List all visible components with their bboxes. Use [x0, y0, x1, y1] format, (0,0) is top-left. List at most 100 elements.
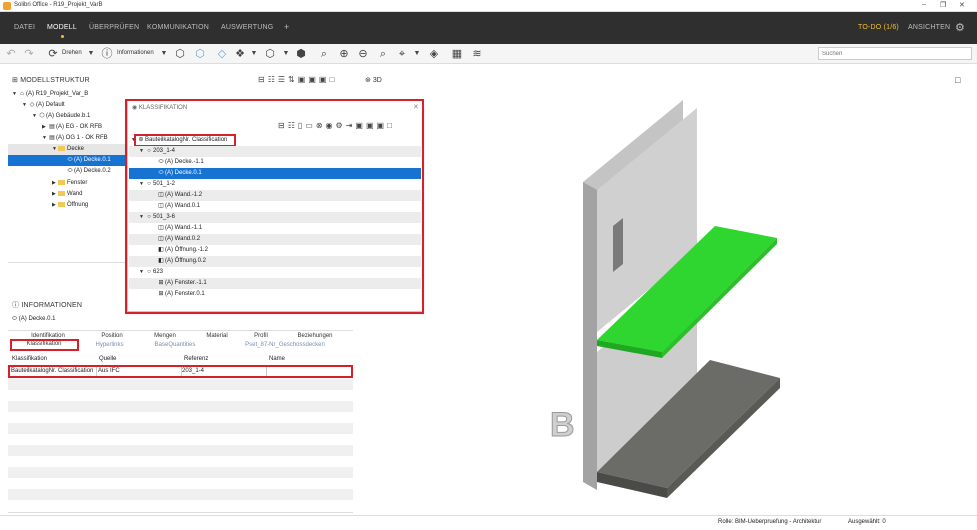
panel-maximize-icon[interactable]: □ [329, 75, 337, 84]
menu-kommunikation[interactable]: KOMMUNIKATION [147, 24, 209, 31]
window-opening-upper[interactable] [613, 218, 623, 272]
undo-icon[interactable]: ↶ [4, 47, 18, 61]
tab-mengen[interactable]: Mengen [140, 333, 190, 339]
close-window-icon[interactable]: ✕ [959, 1, 965, 9]
tab-pset[interactable]: Pset_87-Nr_Geschossdecken [230, 342, 340, 348]
pointer-tool-icon[interactable]: ⌖ [395, 47, 409, 61]
zoom-out-icon[interactable]: ⊖ [356, 47, 370, 61]
view3d-header: ⊛ 3D [365, 76, 382, 84]
layers-icon[interactable]: ◈ [427, 47, 441, 61]
empty-row [8, 423, 353, 434]
section-box-icon[interactable]: ⬢ [294, 47, 308, 61]
tab-divider [8, 330, 353, 331]
add-tab-button[interactable]: + [284, 22, 289, 32]
info-icon: ⓘ [12, 302, 20, 309]
col-name: Name [269, 356, 286, 362]
tab-hyperlinks[interactable]: Hyperlinks [82, 342, 137, 348]
highlight-box [8, 365, 353, 378]
tree-box-icon[interactable]: ▣ [298, 75, 309, 84]
box-view-icon[interactable]: ⬡ [263, 47, 277, 61]
empty-row [8, 445, 353, 456]
empty-row [8, 489, 353, 500]
window-title: Solibri Office - R19_Projekt_VarB [14, 2, 103, 8]
tree-list-icon[interactable]: ☷ [268, 75, 278, 84]
todo-button[interactable]: TO-DO (1/6) [858, 24, 899, 31]
3d-model-viewport[interactable]: B [540, 90, 840, 510]
panel-bottom-border [8, 512, 353, 513]
drehen-button[interactable]: Drehen [62, 50, 82, 56]
informationen-header: ⓘ INFORMATIONEN [12, 300, 82, 310]
tab-profil[interactable]: Profil [236, 333, 286, 339]
settings-gear-icon[interactable]: ⚙ [955, 21, 965, 34]
viewport-maximize-icon[interactable]: □ [955, 75, 960, 85]
col-quelle: Quelle [99, 356, 117, 362]
structure-icon: ⊞ [12, 77, 19, 84]
modellstruktur-title: MODELLSTRUKTUR [20, 77, 90, 84]
slab-icon: ⬭ [12, 316, 18, 322]
info-object-name: (A) Decke.0.1 [18, 316, 56, 322]
visibility-icon[interactable]: ❖ [233, 47, 247, 61]
modellstruktur-toolbar[interactable]: ⊟☷☰⇅▣▣▣□ [258, 75, 337, 84]
menu-ueberpruefen[interactable]: ÜBERPRÜFEN [89, 24, 139, 31]
model-cubes-icon[interactable]: ⬡ [173, 47, 187, 61]
window-titlebar: Solibri Office - R19_Projekt_VarB – ❐ ✕ [0, 0, 977, 12]
ansichten-button[interactable]: ANSICHTEN [908, 24, 950, 31]
stack-icon[interactable]: ≋ [470, 47, 484, 61]
folder-icon [58, 190, 65, 196]
folder-icon [58, 179, 65, 185]
informationen-button[interactable]: Informationen [117, 50, 154, 56]
app-logo-icon [3, 2, 11, 10]
view3d-label: 3D [372, 77, 382, 84]
tab-material[interactable]: Material [192, 333, 242, 339]
col-klassifikation: Klassifikation [12, 356, 48, 362]
statusbar: Rolle: BIM-Ueberpruefung - Architektur A… [0, 515, 977, 530]
folder-icon [58, 145, 65, 151]
axis-letter-b: B [550, 406, 575, 444]
tree-filter-icon[interactable]: ⊟ [258, 75, 268, 84]
grid-header: Klassifikation Quelle Referenz Name [8, 354, 353, 365]
search-input[interactable] [818, 47, 972, 60]
menu-datei[interactable]: DATEI [14, 24, 35, 31]
rotate-icon[interactable]: ⟳ [46, 47, 60, 61]
map-icon[interactable]: ▦ [450, 47, 464, 61]
slab-icon: ⬭ [67, 157, 73, 163]
zoom-fit-icon[interactable]: ⌕ [317, 47, 331, 61]
menu-modell[interactable]: MODELL [47, 24, 77, 38]
storey-icon: ▤ [49, 135, 55, 141]
dialog-highlight-box [125, 99, 424, 314]
chevron-down-icon[interactable]: ▼ [84, 47, 98, 61]
building-icon: ⬡ [39, 113, 45, 119]
informationen-title: INFORMATIONEN [21, 302, 83, 309]
tab-position[interactable]: Position [87, 333, 137, 339]
chevron-down-icon[interactable]: ▼ [279, 47, 293, 61]
menubar: DATEI MODELL ÜBERPRÜFEN KOMMUNIKATION AU… [0, 12, 977, 44]
tab-basequantities[interactable]: BaseQuantities [140, 342, 210, 348]
slab-icon: ⬭ [67, 168, 73, 174]
project-icon: ⌂ [20, 91, 24, 97]
tree-group-icon[interactable]: ☰ [278, 75, 288, 84]
redo-icon[interactable]: ↷ [22, 47, 36, 61]
info-icon[interactable]: ⓘ [100, 47, 114, 61]
tab-beziehungen[interactable]: Beziehungen [290, 333, 340, 339]
tree-split-icon[interactable]: ⇅ [288, 75, 298, 84]
status-role: Rolle: BIM-Ueberpruefung - Architektur [718, 519, 822, 525]
chevron-down-icon[interactable]: ▼ [247, 47, 261, 61]
col-referenz: Referenz [184, 356, 209, 362]
tree-box2-icon[interactable]: ▣ [308, 75, 319, 84]
folder-icon [58, 201, 65, 207]
cube-icon[interactable]: ◇ [215, 47, 229, 61]
zoom-selected-icon[interactable]: ⌕ [376, 47, 390, 61]
status-selected: Ausgewählt: 0 [848, 519, 886, 525]
empty-row [8, 467, 353, 478]
zoom-in-icon[interactable]: ⊕ [337, 47, 351, 61]
empty-row [8, 379, 353, 390]
menu-auswertung[interactable]: AUSWERTUNG [221, 24, 273, 31]
tree-box3-icon[interactable]: ▣ [319, 75, 330, 84]
info-object: ⬭ (A) Decke.0.1 [12, 316, 55, 323]
transparent-cubes-icon[interactable]: ⬡ [193, 47, 207, 61]
wall-side[interactable] [583, 182, 597, 490]
restore-icon[interactable]: ❐ [940, 1, 946, 9]
chevron-down-icon[interactable]: ▼ [157, 47, 171, 61]
minimize-icon[interactable]: – [922, 1, 926, 8]
chevron-down-icon[interactable]: ▼ [410, 47, 424, 61]
